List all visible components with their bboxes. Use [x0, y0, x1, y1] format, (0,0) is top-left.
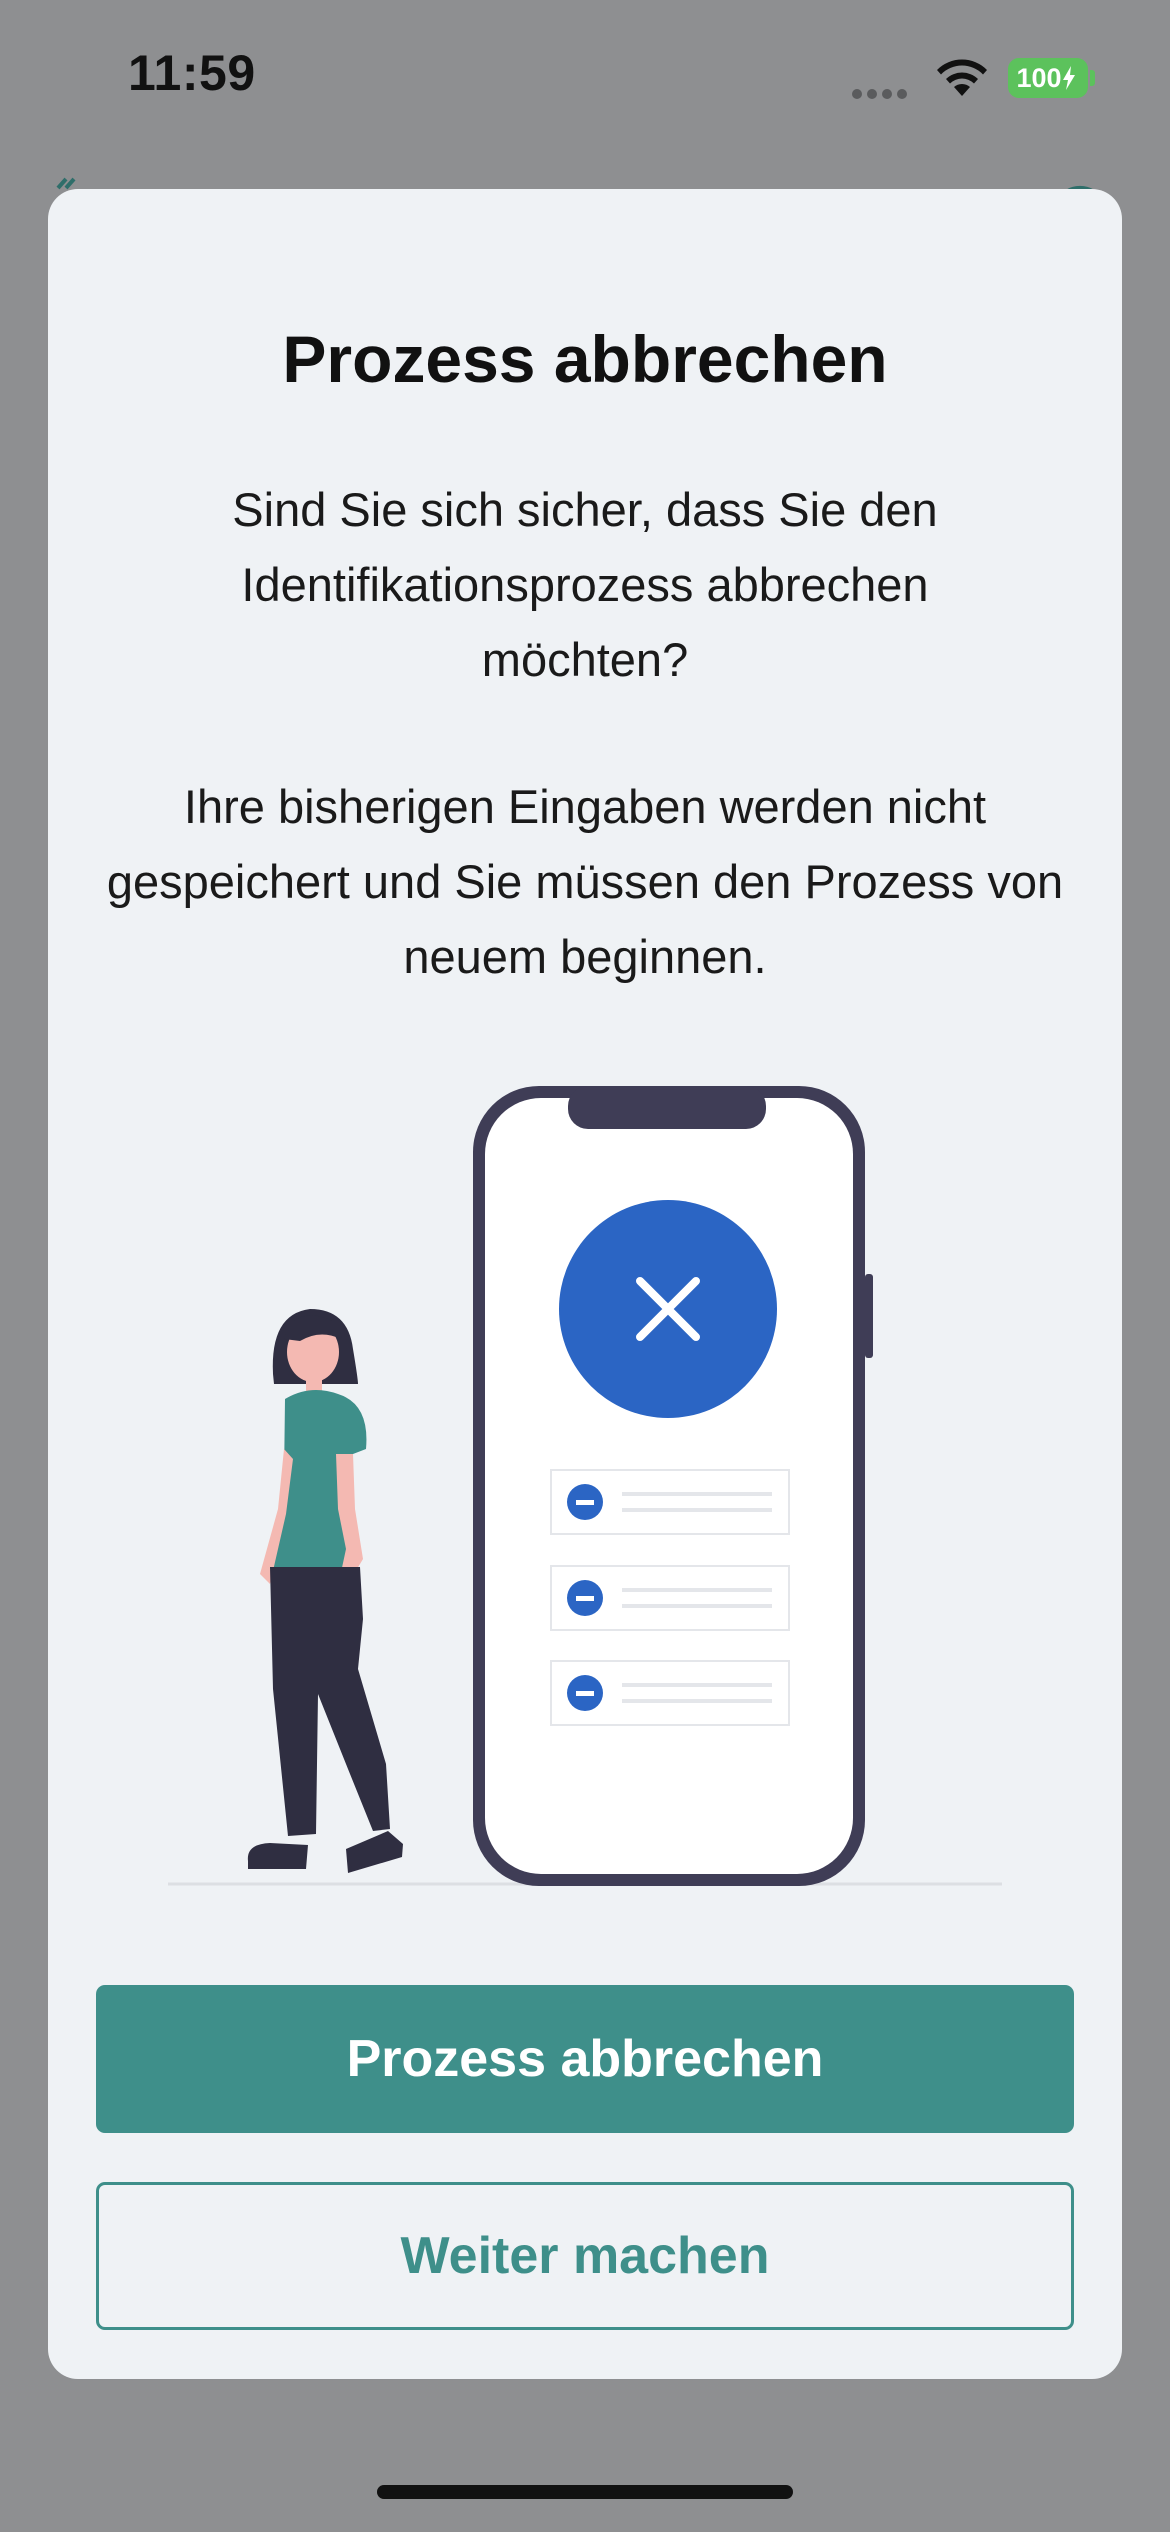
phone-illustration — [473, 1086, 873, 1886]
cellular-signal-icon — [852, 86, 912, 99]
battery-cap — [1090, 70, 1095, 86]
battery-level: 100 — [1016, 62, 1062, 93]
charging-bolt-icon — [1062, 66, 1075, 90]
list-item — [550, 1660, 790, 1726]
continue-button[interactable]: Weiter machen — [96, 2182, 1074, 2330]
close-icon — [559, 1200, 777, 1418]
list-item — [550, 1565, 790, 1631]
cancel-process-dialog: Prozess abbrechen Sind Sie sich sicher, … — [48, 189, 1122, 2379]
status-bar: 11:59 100 — [0, 0, 1170, 150]
wifi-icon — [937, 59, 987, 96]
battery-charging-icon: 100 — [1008, 58, 1088, 98]
person-illustration — [247, 1309, 403, 1873]
status-time: 11:59 — [128, 45, 256, 101]
home-indicator[interactable] — [377, 2485, 793, 2499]
cancel-process-button[interactable]: Prozess abbrechen — [96, 1985, 1074, 2133]
background-close-icon — [56, 177, 76, 190]
list-item — [550, 1469, 790, 1535]
